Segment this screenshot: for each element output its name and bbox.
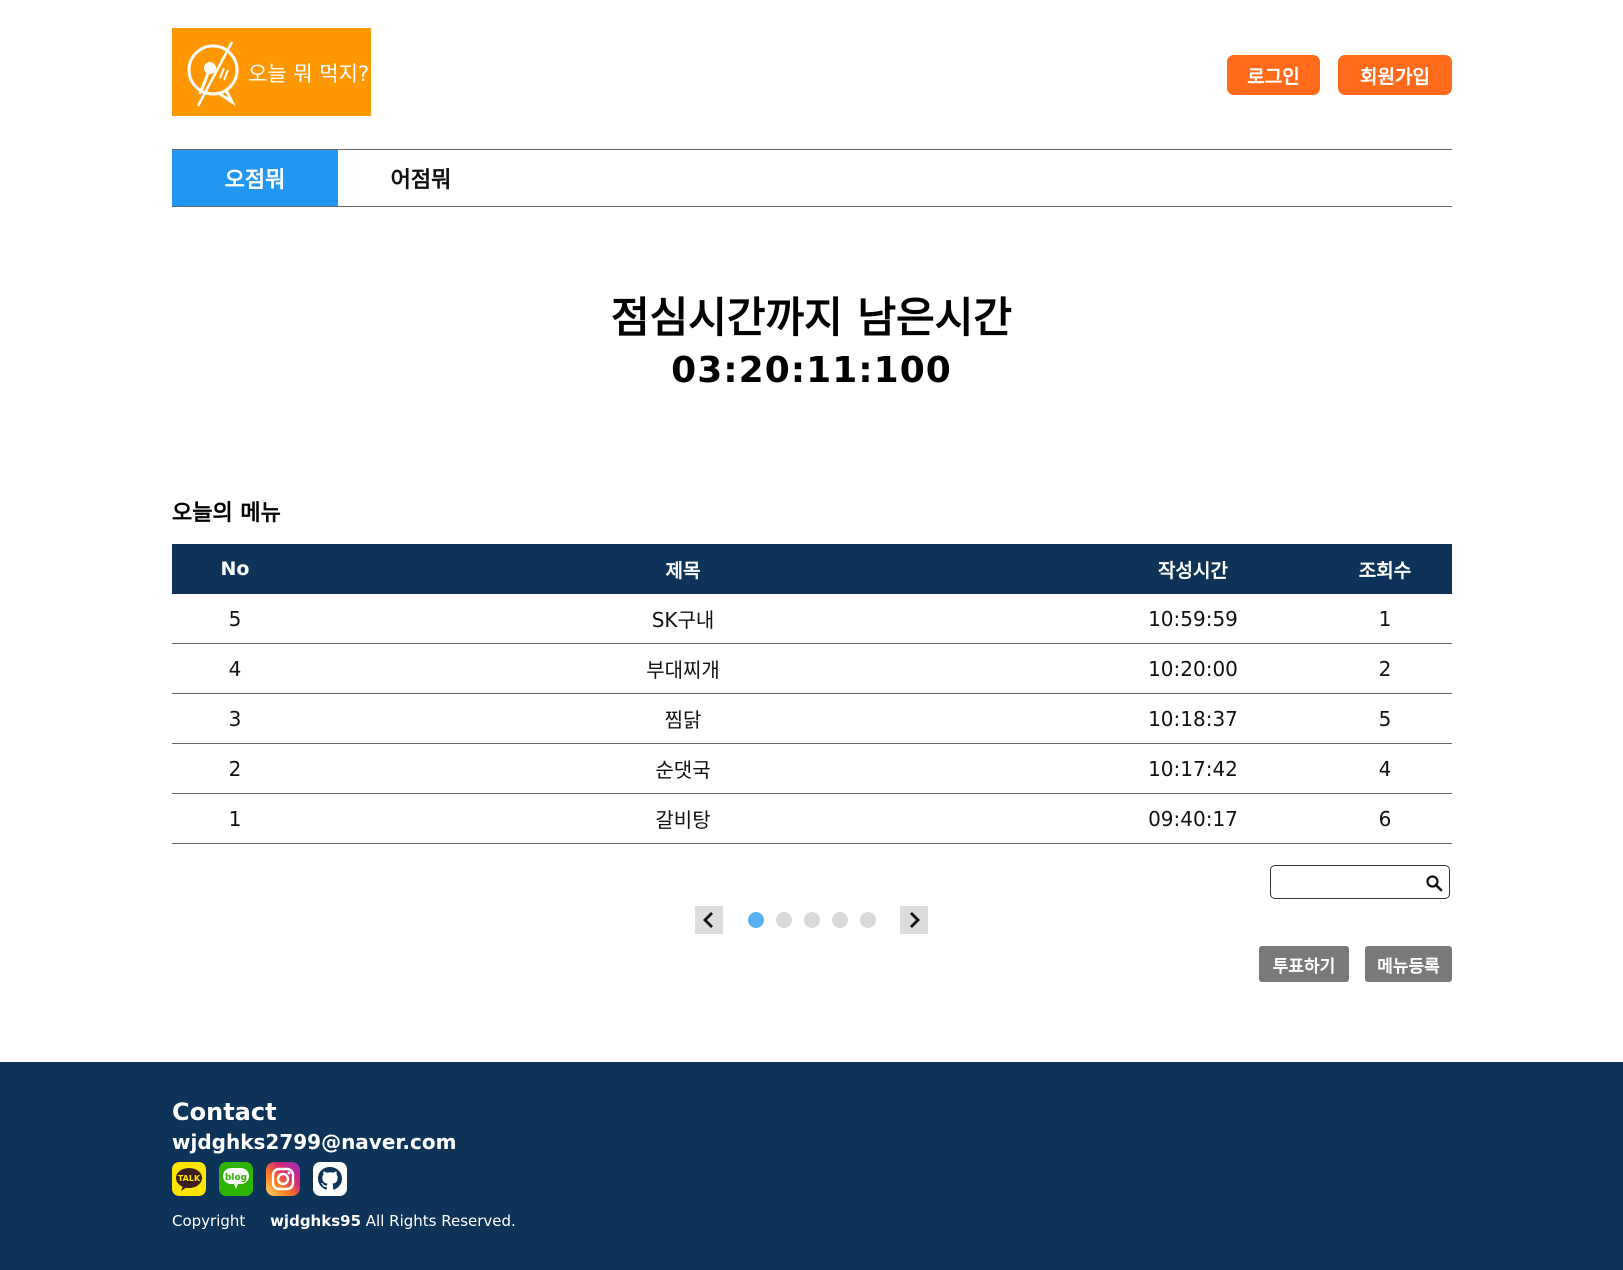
- vote-button[interactable]: 투표하기: [1259, 946, 1349, 982]
- copyright-suffix: All Rights Reserved.: [365, 1212, 516, 1230]
- cell-title[interactable]: 순댓국: [298, 743, 1068, 794]
- search-icon[interactable]: [1425, 874, 1443, 892]
- logo-plate-icon: [187, 41, 239, 107]
- copyright: Copyright wjdghks95 All Rights Reserved.: [172, 1212, 516, 1230]
- cell-title[interactable]: 찜닭: [298, 693, 1068, 744]
- page-dot-5[interactable]: [860, 912, 876, 928]
- kakaotalk-label: TALK: [178, 1174, 201, 1183]
- login-button[interactable]: 로그인: [1227, 55, 1320, 95]
- contact-title: Contact: [172, 1098, 277, 1126]
- signup-button[interactable]: 회원가입: [1338, 55, 1452, 95]
- blog-label: blog: [225, 1173, 247, 1183]
- instagram-icon[interactable]: [266, 1162, 300, 1196]
- table-header-row: No 제목 작성시간 조회수: [172, 544, 1452, 594]
- cell-time: 10:18:37: [1068, 693, 1318, 744]
- footer: Contact wjdghks2799@naver.com TALK blog: [0, 1062, 1623, 1270]
- cell-time: 09:40:17: [1068, 793, 1318, 844]
- copyright-prefix: Copyright: [172, 1212, 246, 1230]
- column-header-time: 작성시간: [1068, 544, 1318, 594]
- column-header-title: 제목: [298, 544, 1068, 594]
- table-row[interactable]: 1 갈비탕 09:40:17 6: [172, 793, 1452, 844]
- github-icon[interactable]: [313, 1162, 347, 1196]
- page-dot-1[interactable]: [748, 912, 764, 928]
- cell-views: 1: [1318, 594, 1452, 644]
- cell-time: 10:20:00: [1068, 643, 1318, 694]
- cell-views: 4: [1318, 743, 1452, 794]
- countdown-title: 점심시간까지 남은시간: [610, 293, 1013, 342]
- table-row[interactable]: 2 순댓국 10:17:42 4: [172, 743, 1452, 794]
- search-input[interactable]: [1275, 870, 1419, 896]
- tab-ojeommwo[interactable]: 오점뭐: [172, 150, 338, 206]
- cell-title[interactable]: 갈비탕: [298, 793, 1068, 844]
- page-dot-2[interactable]: [776, 912, 792, 928]
- cell-views: 5: [1318, 693, 1452, 744]
- register-menu-button[interactable]: 메뉴등록: [1365, 946, 1452, 982]
- cell-time: 10:17:42: [1068, 743, 1318, 794]
- previous-page-button[interactable]: [695, 906, 723, 934]
- cell-no: 5: [172, 594, 298, 644]
- cell-views: 6: [1318, 793, 1452, 844]
- table-row[interactable]: 5 SK구내 10:59:59 1: [172, 594, 1452, 644]
- cell-no: 2: [172, 743, 298, 794]
- page-dot-4[interactable]: [832, 912, 848, 928]
- tab-bar: 오점뭐 어점뭐: [172, 149, 1452, 207]
- column-header-no: No: [172, 544, 298, 594]
- cell-title[interactable]: SK구내: [298, 594, 1068, 644]
- table-row[interactable]: 3 찜닭 10:18:37 5: [172, 693, 1452, 744]
- kakaotalk-icon[interactable]: TALK: [172, 1162, 206, 1196]
- column-header-views: 조회수: [1318, 544, 1452, 594]
- chevron-right-icon: [910, 912, 920, 928]
- blog-icon[interactable]: blog: [219, 1162, 253, 1196]
- cell-no: 4: [172, 643, 298, 694]
- page-dot-3[interactable]: [804, 912, 820, 928]
- section-title: 오늘의 메뉴: [172, 501, 281, 526]
- cell-time: 10:59:59: [1068, 594, 1318, 644]
- logo[interactable]: 오늘 뭐 먹지?: [172, 28, 371, 116]
- social-links: TALK blog: [172, 1162, 347, 1196]
- logo-text: 오늘 뭐 먹지?: [248, 62, 370, 86]
- next-page-button[interactable]: [900, 906, 928, 934]
- contact-email[interactable]: wjdghks2799@naver.com: [172, 1130, 456, 1154]
- table-row[interactable]: 4 부대찌개 10:20:00 2: [172, 643, 1452, 694]
- countdown-timer: 03:20:11:100: [671, 350, 952, 391]
- tab-eojeommwo[interactable]: 어점뭐: [338, 150, 504, 206]
- auth-buttons: 로그인 회원가입: [1227, 55, 1452, 95]
- cell-no: 1: [172, 793, 298, 844]
- header: 오늘 뭐 먹지? 로그인 회원가입: [172, 28, 1452, 116]
- search-box: [1270, 865, 1450, 899]
- cell-views: 2: [1318, 643, 1452, 694]
- chevron-left-icon: [703, 912, 713, 928]
- cell-no: 3: [172, 693, 298, 744]
- copyright-owner: wjdghks95: [270, 1212, 362, 1230]
- cell-title[interactable]: 부대찌개: [298, 643, 1068, 694]
- menu-table: No 제목 작성시간 조회수 5 SK구내 10:59:59 1 4 부대찌개 …: [172, 544, 1452, 844]
